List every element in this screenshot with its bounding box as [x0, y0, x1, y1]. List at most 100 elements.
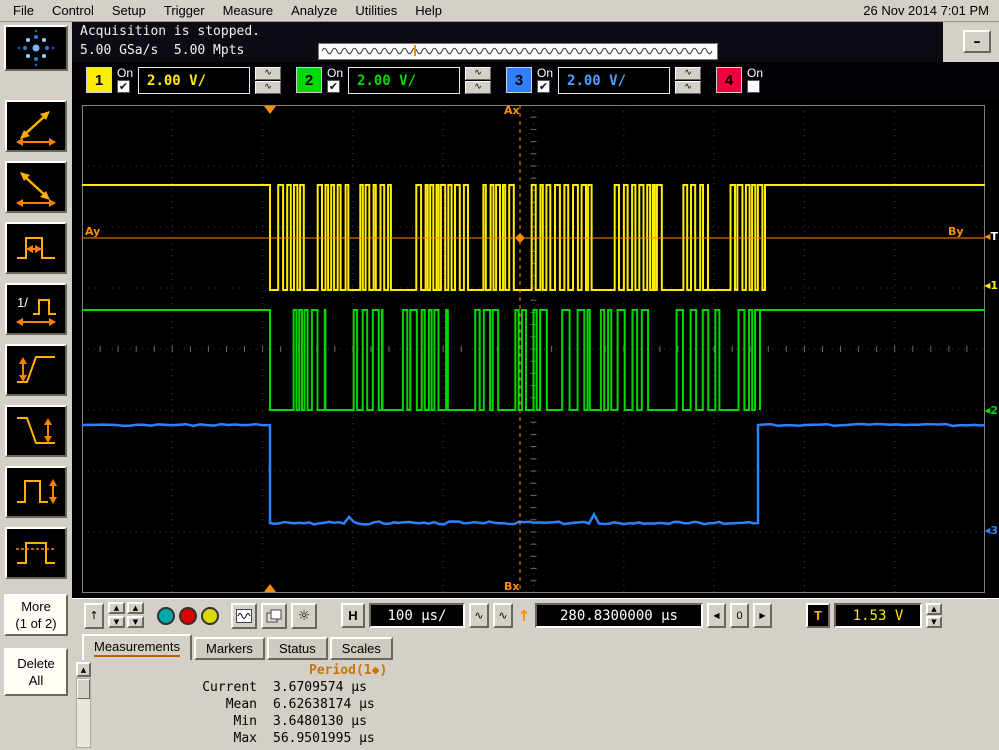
marker-by-label[interactable]: By — [948, 225, 964, 238]
tab-measurements[interactable]: Measurements — [82, 634, 192, 660]
trigger-level-down-button[interactable]: ▼ — [926, 616, 942, 628]
horizontal-toolbar: ↑ ▲ ▲ ▼ ▼ — [72, 598, 999, 632]
horizontal-setup-button[interactable]: H — [341, 603, 365, 628]
waveform-box-icon — [236, 609, 252, 623]
more-measurements-button[interactable]: More (1 of 2) — [4, 594, 68, 636]
channel-3-checkbox[interactable]: ✔ — [537, 80, 550, 93]
channel-1-on-label: On — [117, 67, 133, 79]
scroll-down-button[interactable]: ▼ — [108, 616, 125, 628]
marker-color-red-button[interactable] — [179, 607, 197, 625]
tab-status[interactable]: Status — [267, 637, 328, 660]
level-marker-2[interactable]: ◀2 — [984, 404, 998, 417]
level-marker-t[interactable]: ◀T — [984, 230, 998, 243]
hzoom-in-button[interactable]: ∿ — [493, 603, 513, 628]
menu-help[interactable]: Help — [406, 1, 451, 20]
horizontal-scale-display[interactable]: 100 µs/ — [369, 603, 465, 628]
main-area: Acquisition is stopped. 5.00 GSa/s 5.00 … — [72, 22, 999, 750]
menu-setup[interactable]: Setup — [103, 1, 155, 20]
rise-time-icon — [12, 350, 60, 390]
measure-frequency-button[interactable]: 1/ — [5, 283, 67, 335]
waveform-style-button[interactable] — [231, 603, 257, 629]
sample-rate-text: 5.00 GSa/s 5.00 Mpts — [80, 43, 244, 58]
channel-3-bandwidth-button[interactable]: ∿ — [675, 81, 701, 94]
pulse-width-icon — [12, 228, 60, 268]
channel-bar: 1 On ✔ 2.00 V/ ∿ ∿ 2 On ✔ 2.00 V/ — [72, 62, 999, 100]
scrollbar-up-button[interactable]: ▲ — [76, 662, 91, 677]
menu-utilities[interactable]: Utilities — [346, 1, 406, 20]
channel-3-scale-display[interactable]: 2.00 V/ — [558, 67, 670, 94]
delay-right-button[interactable]: ▶ — [753, 603, 772, 628]
trigger-level-stepper: ▲ ▼ — [926, 603, 942, 628]
channel-1-badge[interactable]: 1 — [86, 67, 112, 93]
marker-ax-label[interactable]: Ax — [504, 104, 520, 117]
scroll-up-alt-button[interactable]: ▲ — [127, 602, 144, 614]
app-logo-button[interactable] — [4, 25, 68, 71]
channel-1-controls: 1 On ✔ 2.00 V/ ∿ ∿ — [86, 67, 281, 94]
menu-measure[interactable]: Measure — [214, 1, 283, 20]
channel-3-controls: 3 On ✔ 2.00 V/ ∿ ∿ — [506, 67, 701, 94]
measurement-title: Period(1◆) — [309, 662, 995, 679]
measure-rise-time-button[interactable] — [5, 344, 67, 396]
measure-delta-time-fall-button[interactable] — [5, 161, 67, 213]
level-marker-3[interactable]: ◀3 — [984, 524, 998, 537]
channel-2-scale-display[interactable]: 2.00 V/ — [348, 67, 460, 94]
measure-pulse-width-button[interactable] — [5, 222, 67, 274]
trigger-level-up-button[interactable]: ▲ — [926, 603, 942, 615]
scrollbar-thumb[interactable] — [77, 679, 90, 699]
delay-zero-button[interactable]: 0 — [730, 603, 749, 628]
menu-file[interactable]: File — [4, 1, 43, 20]
channel-1-scale-display[interactable]: 2.00 V/ — [138, 67, 250, 94]
trigger-slope-rising-icon[interactable]: ↑ — [517, 607, 531, 625]
delete-all-button[interactable]: Delete All — [4, 648, 68, 696]
channel-2-coupling-button[interactable]: ∿ — [465, 67, 491, 80]
menu-analyze[interactable]: Analyze — [282, 1, 346, 20]
measure-fall-time-button[interactable] — [5, 405, 67, 457]
channel-1-checkbox[interactable]: ✔ — [117, 80, 130, 93]
minimize-button[interactable]: – — [963, 30, 991, 53]
horizontal-delay-display[interactable]: 280.8300000 µs — [535, 603, 703, 628]
persistence-button[interactable] — [261, 603, 287, 629]
overview-waveform-icon — [319, 44, 715, 57]
bottom-tab-bar: Measurements Markers Status Scales — [72, 632, 999, 660]
oscilloscope-app: File Control Setup Trigger Measure Analy… — [0, 0, 999, 750]
measurements-panel: ▲ Period(1◆) Current3.6709574 µs Mean6.6… — [72, 660, 999, 750]
channel-2-bandwidth-button[interactable]: ∿ — [465, 81, 491, 94]
measure-delta-time-rise-button[interactable] — [5, 100, 67, 152]
channel-1-bandwidth-button[interactable]: ∿ — [255, 81, 281, 94]
hzoom-out-button[interactable]: ∿ — [469, 603, 489, 628]
delay-left-button[interactable]: ◀ — [707, 603, 726, 628]
scroll-up-button[interactable]: ▲ — [108, 602, 125, 614]
channel-2-badge[interactable]: 2 — [296, 67, 322, 93]
channel-3-badge[interactable]: 3 — [506, 67, 532, 93]
marker-color-yellow-button[interactable] — [201, 607, 219, 625]
amplitude-icon — [12, 472, 60, 512]
frequency-icon: 1/ — [12, 289, 60, 329]
acquisition-overview-bar[interactable] — [318, 43, 718, 60]
waveform-display-area[interactable]: Ax Bx Ay By ◀T ◀1 ◀2 ◀3 — [72, 100, 999, 598]
scroll-down-alt-button[interactable]: ▼ — [127, 616, 144, 628]
marker-color-teal-button[interactable] — [157, 607, 175, 625]
measurement-results: Period(1◆) Current3.6709574 µs Mean6.626… — [96, 662, 995, 747]
measure-amplitude-button[interactable] — [5, 466, 67, 518]
channel-4-checkbox[interactable] — [747, 80, 760, 93]
waveform-plot[interactable] — [82, 105, 985, 593]
level-marker-1[interactable]: ◀1 — [984, 279, 998, 292]
channel-3-coupling-button[interactable]: ∿ — [675, 67, 701, 80]
channel-4-badge[interactable]: 4 — [716, 67, 742, 93]
trigger-setup-button[interactable]: T — [806, 603, 830, 628]
channel-2-checkbox[interactable]: ✔ — [327, 80, 340, 93]
menu-bar: File Control Setup Trigger Measure Analy… — [0, 0, 999, 22]
trigger-level-display[interactable]: 1.53 V — [834, 603, 922, 628]
clear-display-button[interactable]: ☼ — [291, 603, 317, 629]
marker-ay-label[interactable]: Ay — [85, 225, 100, 238]
menu-trigger[interactable]: Trigger — [155, 1, 214, 20]
channel-1-coupling-button[interactable]: ∿ — [255, 67, 281, 80]
menu-control[interactable]: Control — [43, 1, 103, 20]
tab-scales[interactable]: Scales — [330, 637, 393, 660]
measure-top-level-button[interactable] — [5, 527, 67, 579]
pan-up-button[interactable]: ↑ — [84, 603, 104, 629]
marker-bx-label[interactable]: Bx — [504, 580, 519, 593]
tab-markers[interactable]: Markers — [194, 637, 265, 660]
scrollbar-track[interactable] — [76, 678, 91, 748]
measure-sidebar: 1/ — [0, 22, 72, 750]
